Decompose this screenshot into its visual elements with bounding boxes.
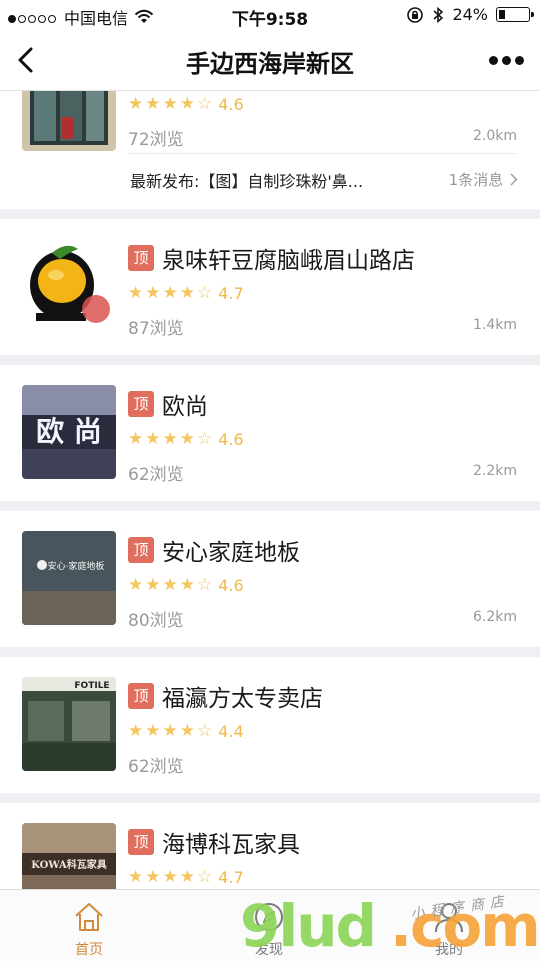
star-rating-icon: ★★★★☆: [128, 94, 215, 114]
shop-name-row: 顶 海博科瓦家具: [128, 825, 300, 859]
shop-name[interactable]: 泉味轩豆腐脑峨眉山路店: [162, 241, 415, 275]
shop-name-row: 顶 泉味轩豆腐脑峨眉山路店: [128, 241, 415, 275]
store-sign-photo: 欧 尚: [22, 385, 116, 479]
rating-row: ★★★★☆ 4.6: [128, 94, 244, 114]
tab-label: 首页: [75, 942, 103, 958]
furniture-photo: KOWA科瓦家具: [22, 823, 116, 889]
sign-text: KOWA科瓦家具: [31, 858, 106, 871]
shop-name[interactable]: 海博科瓦家具: [162, 825, 300, 859]
battery-percent: 24%: [452, 5, 488, 24]
shop-thumbnail[interactable]: FOTILE: [22, 677, 116, 771]
rating-value: 4.6: [218, 429, 244, 449]
shop-card[interactable]: 欧 尚 顶 欧尚 ★★★★☆ 4.6 62浏览 2.2km: [0, 365, 540, 501]
sign-text: 安心·家庭地板: [48, 560, 105, 572]
top-badge: 顶: [128, 829, 154, 855]
shop-name[interactable]: 安心家庭地板: [162, 533, 300, 567]
distance: 2.0km: [472, 128, 517, 144]
dot-icon: [488, 55, 498, 65]
latest-news-text[interactable]: 最新发布:【图】自制珍珠粉'鼻...: [130, 168, 405, 192]
rating-value: 4.7: [218, 867, 244, 887]
view-count: 62浏览: [128, 465, 184, 485]
shop-card[interactable]: ★★★★☆ 4.6 72浏览 2.0km 最新发布:【图】自制珍珠粉'鼻... …: [0, 91, 540, 209]
shop-card[interactable]: 顶 泉味轩豆腐脑峨眉山路店 ★★★★☆ 4.7 87浏览 1.4km: [0, 219, 540, 355]
rating-row: ★★★★☆ 4.7: [128, 867, 244, 887]
nav-bar: 手边西海岸新区: [0, 30, 540, 91]
shop-name-row: 顶 福瀛方太专卖店: [128, 679, 323, 713]
shop-card[interactable]: FOTILE 顶 福瀛方太专卖店 ★★★★☆ 4.4 62浏览: [0, 657, 540, 793]
rating-value: 4.7: [218, 283, 244, 303]
news-count-label: 1条消息: [448, 171, 504, 189]
watermark-text-green: 9lud: [240, 892, 377, 960]
home-icon: [75, 903, 103, 931]
shop-name-row: 顶 安心家庭地板: [128, 533, 300, 567]
battery-fill: [499, 10, 505, 19]
rating-value: 4.4: [218, 721, 244, 741]
rating-row: ★★★★☆ 4.4: [128, 721, 244, 741]
rating-row: ★★★★☆ 4.6: [128, 429, 244, 449]
dot-icon: [501, 55, 511, 65]
rating-value: 4.6: [218, 575, 244, 595]
bluetooth-icon: [433, 6, 444, 23]
showroom-photo: FOTILE: [22, 677, 116, 771]
shop-name-row: 顶 欧尚: [128, 387, 208, 421]
star-rating-icon: ★★★★☆: [128, 283, 215, 303]
view-count: 62浏览: [128, 757, 184, 777]
shop-thumbnail[interactable]: KOWA科瓦家具: [22, 823, 116, 889]
star-rating-icon: ★★★★☆: [128, 575, 215, 595]
distance: 6.2km: [472, 609, 517, 625]
latest-news-row[interactable]: 最新发布:【图】自制珍珠粉'鼻... 1条消息: [128, 153, 518, 210]
storefront-photo: [22, 91, 116, 151]
storefront-thumbnail[interactable]: [22, 91, 116, 151]
top-badge: 顶: [128, 537, 154, 563]
rating-row: ★★★★☆ 4.6: [128, 575, 244, 595]
distance: 1.4km: [472, 317, 517, 333]
star-rating-icon: ★★★★☆: [128, 867, 215, 887]
shop-thumbnail[interactable]: 安心·家庭地板: [22, 531, 116, 625]
rotation-lock-icon: [407, 6, 424, 23]
store-wall-photo: 安心·家庭地板: [22, 531, 116, 625]
shop-list[interactable]: ★★★★☆ 4.6 72浏览 2.0km 最新发布:【图】自制珍珠粉'鼻... …: [0, 91, 540, 889]
shop-card[interactable]: KOWA科瓦家具 顶 海博科瓦家具 ★★★★☆ 4.7: [0, 803, 540, 889]
rating-value: 4.6: [218, 94, 244, 114]
status-bar: 中国电信 下午9:58 24%: [0, 0, 540, 30]
sign-text: 欧 尚: [36, 415, 102, 448]
shop-thumbnail[interactable]: [22, 239, 116, 333]
view-count: 87浏览: [128, 319, 184, 339]
watermark: 9lud .com 小程序商店: [240, 892, 540, 960]
star-rating-icon: ★★★★☆: [128, 429, 215, 449]
view-count: 72浏览: [128, 130, 184, 150]
page-title: 手边西海岸新区: [186, 50, 354, 78]
shop-name[interactable]: 福瀛方太专卖店: [162, 679, 323, 713]
tab-home[interactable]: 首页: [29, 890, 149, 961]
view-count: 80浏览: [128, 611, 184, 631]
dot-icon: [514, 55, 524, 65]
news-count-link[interactable]: 1条消息: [449, 169, 518, 190]
battery-icon: [496, 7, 534, 22]
shop-name[interactable]: 欧尚: [162, 387, 208, 421]
distance: 2.2km: [472, 463, 517, 479]
top-badge: 顶: [128, 683, 154, 709]
chevron-right-icon: [510, 173, 518, 186]
tofu-logo: [22, 239, 116, 333]
shop-thumbnail[interactable]: 欧 尚: [22, 385, 116, 479]
star-rating-icon: ★★★★☆: [128, 721, 215, 741]
more-menu-button[interactable]: [486, 50, 526, 70]
top-badge: 顶: [128, 391, 154, 417]
rating-row: ★★★★☆ 4.7: [128, 283, 244, 303]
shop-card[interactable]: 安心·家庭地板 顶 安心家庭地板 ★★★★☆ 4.6 80浏览 6.2km: [0, 511, 540, 647]
top-badge: 顶: [128, 245, 154, 271]
sign-text: FOTILE: [74, 681, 109, 691]
